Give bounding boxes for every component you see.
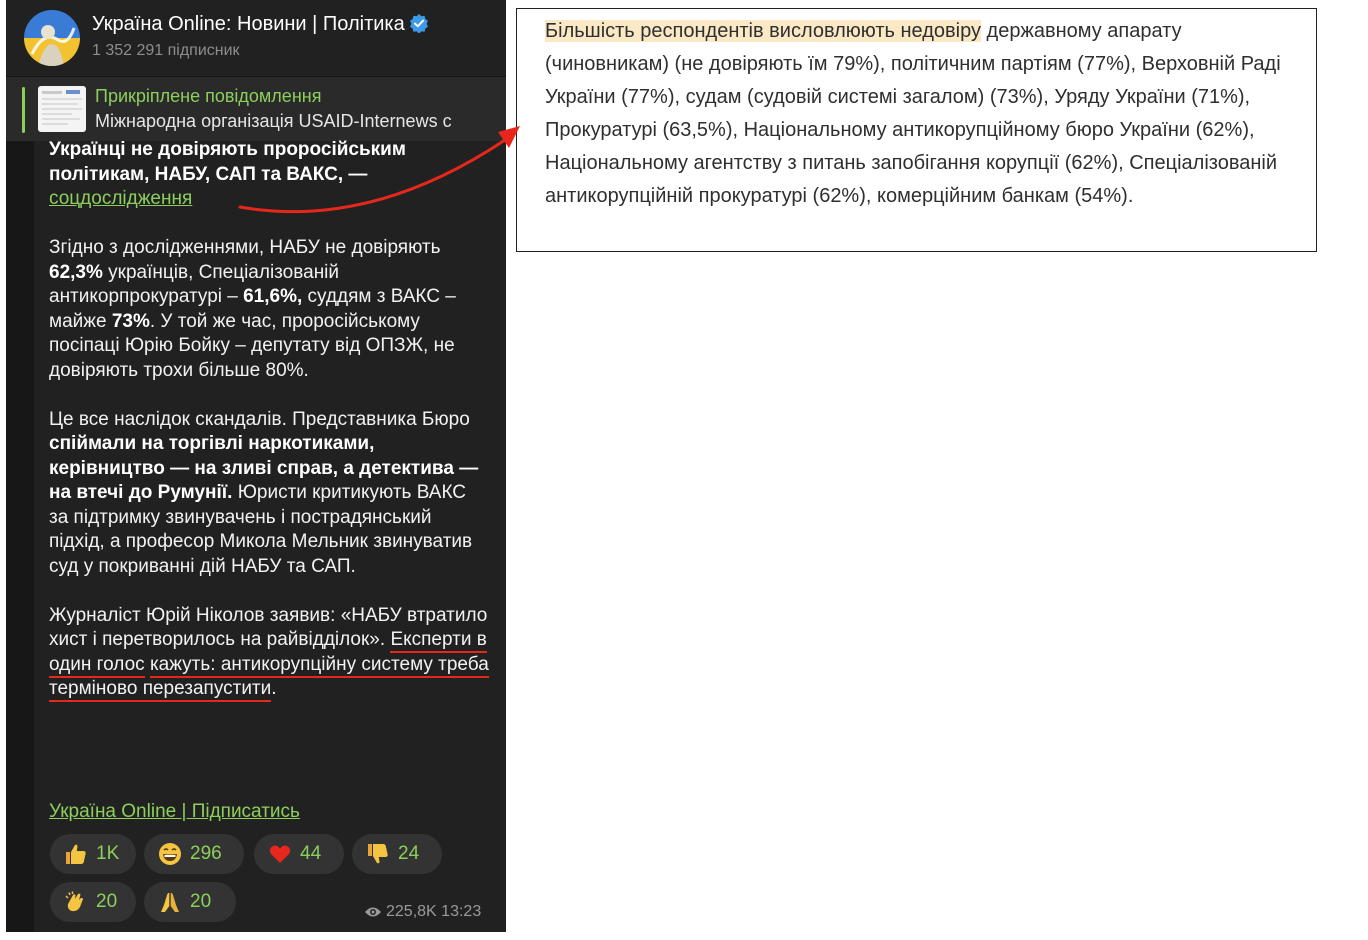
reaction-count: 24 <box>398 843 420 864</box>
reaction-count: 296 <box>190 843 222 864</box>
reaction-grinning[interactable]: 296 <box>144 834 244 874</box>
p1-nabu-percent: 62,3% <box>49 261 103 283</box>
post-paragraph-1: Згідно з дослідженнями, НАБУ не довіряют… <box>49 236 489 383</box>
document-thumbnail-icon <box>42 90 82 125</box>
view-count: 225,8K <box>386 903 437 920</box>
post-headline: Українці не довіряють проросійським полі… <box>49 138 489 212</box>
post-paragraph-3: Журналіст Юрій Ніколов заявив: «НАБУ втр… <box>49 604 489 702</box>
headline-text: Українці не довіряють проросійським полі… <box>49 139 406 185</box>
telegram-channel-panel: Україна Online: Новини | Політика 1 352 … <box>6 0 506 932</box>
reaction-thumbs-up[interactable]: 1K <box>50 834 136 874</box>
p3-underlined-2: кажуть: антикорупційну систему треба <box>149 653 489 678</box>
thumbs-up-icon <box>66 844 86 864</box>
channel-post[interactable]: Українці не довіряють проросійським полі… <box>34 138 506 932</box>
chat-background-strip <box>6 141 34 932</box>
reaction-count: 44 <box>300 843 322 864</box>
p1-vaks-percent: 73% <box>111 310 150 332</box>
p3-underlined-3: терміново перезапустити <box>49 678 272 702</box>
channel-title: Україна Online: Новини | Політика <box>92 13 429 39</box>
post-text: Українці не довіряють проросійським полі… <box>49 138 489 726</box>
reaction-clap[interactable]: 20 <box>50 882 136 922</box>
clapping-hands-icon <box>65 891 83 912</box>
reaction-count: 20 <box>96 891 118 912</box>
channel-avatar[interactable] <box>24 10 80 66</box>
quote-rest-text: державному апарату (чиновникам) (не дові… <box>545 20 1281 207</box>
subscriber-count: 1 352 291 підписник <box>92 42 240 59</box>
p2-text-a: Це все наслідок скандалів. Представника … <box>49 408 470 430</box>
channel-header[interactable]: Україна Online: Новини | Політика 1 352 … <box>6 0 506 77</box>
subscribe-link[interactable]: Україна Online | Підписатись <box>49 801 300 823</box>
p1-sap-percent: 61,6%, <box>243 286 303 307</box>
p3-end: . <box>271 678 277 699</box>
thumbs-down-icon <box>368 844 388 864</box>
quote-text: Більшість респондентів висловлюють недов… <box>545 15 1305 213</box>
pinned-indicator <box>22 87 25 133</box>
channel-title-text: Україна Online: Новини | Політика <box>92 13 405 35</box>
post-meta: 225,8K 13:23 <box>364 903 481 921</box>
eye-icon <box>365 907 381 917</box>
reaction-heart[interactable]: 44 <box>254 834 344 874</box>
reaction-count: 1K <box>96 843 120 864</box>
grinning-face-icon <box>159 843 181 865</box>
pinned-thumbnail <box>38 86 86 132</box>
reaction-count: 20 <box>190 891 212 912</box>
post-paragraph-2: Це все наслідок скандалів. Представника … <box>49 408 489 580</box>
folded-hands-icon <box>161 892 179 912</box>
pinned-message-bar[interactable]: Прикріплене повідомлення Міжнародна орга… <box>6 77 506 141</box>
p1-text-a: Згідно з дослідженнями, НАБУ не довіряют… <box>49 237 441 258</box>
post-time: 13:23 <box>441 903 482 920</box>
verified-badge-icon <box>409 13 429 39</box>
avatar-image-icon <box>24 10 80 66</box>
quote-highlighted-text: Більшість респондентів висловлюють недов… <box>545 20 981 42</box>
research-link[interactable]: соцдослідження <box>49 188 192 209</box>
reaction-thumbs-down[interactable]: 24 <box>352 834 442 874</box>
heart-icon <box>269 845 291 863</box>
pinned-preview-text: Міжнародна організація USAID-Internews с <box>95 111 452 131</box>
research-quote-box: Більшість респондентів висловлюють недов… <box>516 8 1317 252</box>
pinned-title: Прикріплене повідомлення <box>95 86 322 106</box>
reaction-pray[interactable]: 20 <box>144 882 236 922</box>
